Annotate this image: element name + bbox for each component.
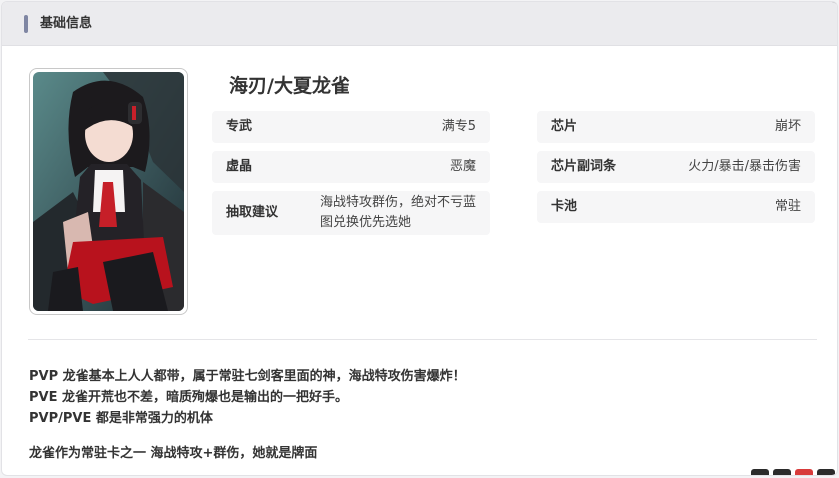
stat-label: 虚晶 bbox=[226, 159, 253, 174]
description-line: PVE 龙雀开荒也不差，暗质殉爆也是输出的一把好手。 bbox=[29, 390, 348, 405]
toolbar-button-icon[interactable] bbox=[751, 469, 769, 475]
stat-label: 芯片副词条 bbox=[551, 159, 617, 174]
toolbar-button-icon[interactable] bbox=[773, 469, 791, 475]
stat-row-exclusive-weapon: 专武 满专5 bbox=[212, 111, 490, 143]
description-line: 龙雀作为常驻卡之一 海战特攻+群伤，她就是牌面 bbox=[29, 446, 318, 461]
stat-value: 满专5 bbox=[441, 119, 476, 134]
stat-value: 崩坏 bbox=[774, 119, 801, 134]
toolbar-button-icon[interactable] bbox=[795, 469, 813, 475]
stat-row-chip-substats: 芯片副词条 火力/暴击/暴击伤害 bbox=[537, 151, 815, 183]
stat-value: 常驻 bbox=[774, 199, 801, 214]
stat-row-chip: 芯片 崩坏 bbox=[537, 111, 815, 143]
description-line: PVP 龙雀基本上人人都带，属于常驻七剑客里面的神，海战特攻伤害爆炸！ bbox=[29, 369, 466, 384]
description-line: PVP/PVE 都是非常强力的机体 bbox=[29, 411, 213, 426]
stat-label: 专武 bbox=[226, 119, 253, 134]
stat-value: 恶魔 bbox=[449, 159, 476, 174]
stat-row-card-pool: 卡池 常驻 bbox=[537, 191, 815, 223]
section-accent-bar bbox=[24, 15, 28, 33]
character-name: 海刃/大夏龙雀 bbox=[229, 75, 350, 97]
stat-value: 海战特攻群伤，绝对不亏蓝图兑换优先选她 bbox=[320, 195, 477, 230]
stat-label: 芯片 bbox=[551, 119, 578, 134]
toolbar-button-icon[interactable] bbox=[817, 469, 835, 475]
basic-info-card: 基础信息 海刃/大夏龙雀 专武 满专5 虚晶 恶魔 抽取建议 海战特攻群伤，绝对… bbox=[1, 1, 838, 476]
stat-value: 火力/暴击/暴击伤害 bbox=[688, 159, 801, 174]
stat-label: 卡池 bbox=[551, 199, 578, 214]
section-title: 基础信息 bbox=[40, 16, 93, 31]
stat-label: 抽取建议 bbox=[226, 205, 279, 220]
character-portrait-image bbox=[33, 72, 184, 311]
bottom-toolbar bbox=[751, 469, 835, 475]
section-header: 基础信息 bbox=[2, 2, 837, 46]
stat-row-pull-advice: 抽取建议 海战特攻群伤，绝对不亏蓝图兑换优先选她 bbox=[212, 191, 490, 235]
stat-row-crystal: 虚晶 恶魔 bbox=[212, 151, 490, 183]
character-portrait bbox=[29, 68, 188, 315]
section-divider bbox=[28, 339, 817, 340]
